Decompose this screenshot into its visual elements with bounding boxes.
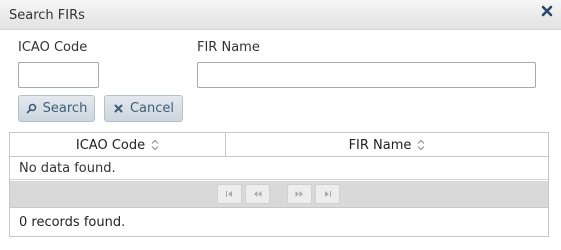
icao-code-input[interactable] (18, 62, 99, 88)
search-button[interactable]: Search (18, 95, 95, 122)
first-page-icon (226, 191, 232, 197)
sort-icon (151, 139, 159, 151)
records-count: 0 records found. (19, 215, 126, 230)
previous-page-button[interactable] (245, 184, 270, 204)
last-page-icon (325, 191, 331, 197)
cancel-button[interactable]: Cancel (104, 95, 183, 122)
close-icon[interactable] (540, 4, 554, 18)
last-page-button[interactable] (315, 184, 340, 204)
column-header-label: FIR Name (348, 137, 412, 153)
dialog-title: Search FIRs (9, 8, 85, 23)
column-header-label: ICAO Code (75, 137, 146, 153)
table-header: ICAO Code FIR Name (10, 133, 548, 157)
search-firs-dialog: Search FIRs ICAO Code FIR Name Search Ca… (0, 0, 561, 250)
empty-message: No data found. (10, 157, 548, 180)
first-page-button[interactable] (217, 184, 242, 204)
fir-name-label: FIR Name (197, 40, 260, 55)
sort-icon (418, 139, 425, 151)
paginator (10, 181, 548, 208)
icao-code-label: ICAO Code (18, 40, 88, 55)
column-header-fir-name[interactable]: FIR Name (226, 133, 548, 157)
cancel-button-label: Cancel (129, 101, 175, 116)
column-header-icao-code[interactable]: ICAO Code (10, 133, 226, 157)
search-icon (26, 103, 36, 114)
close-icon (114, 104, 123, 113)
results-table: ICAO Code FIR Name No data found. 0 reco… (9, 132, 549, 237)
fir-name-input[interactable] (197, 62, 536, 88)
next-page-icon (295, 191, 303, 197)
next-page-button[interactable] (287, 184, 312, 204)
previous-page-icon (254, 191, 262, 197)
dialog-titlebar: Search FIRs (0, 0, 561, 30)
search-button-label: Search (42, 101, 88, 116)
